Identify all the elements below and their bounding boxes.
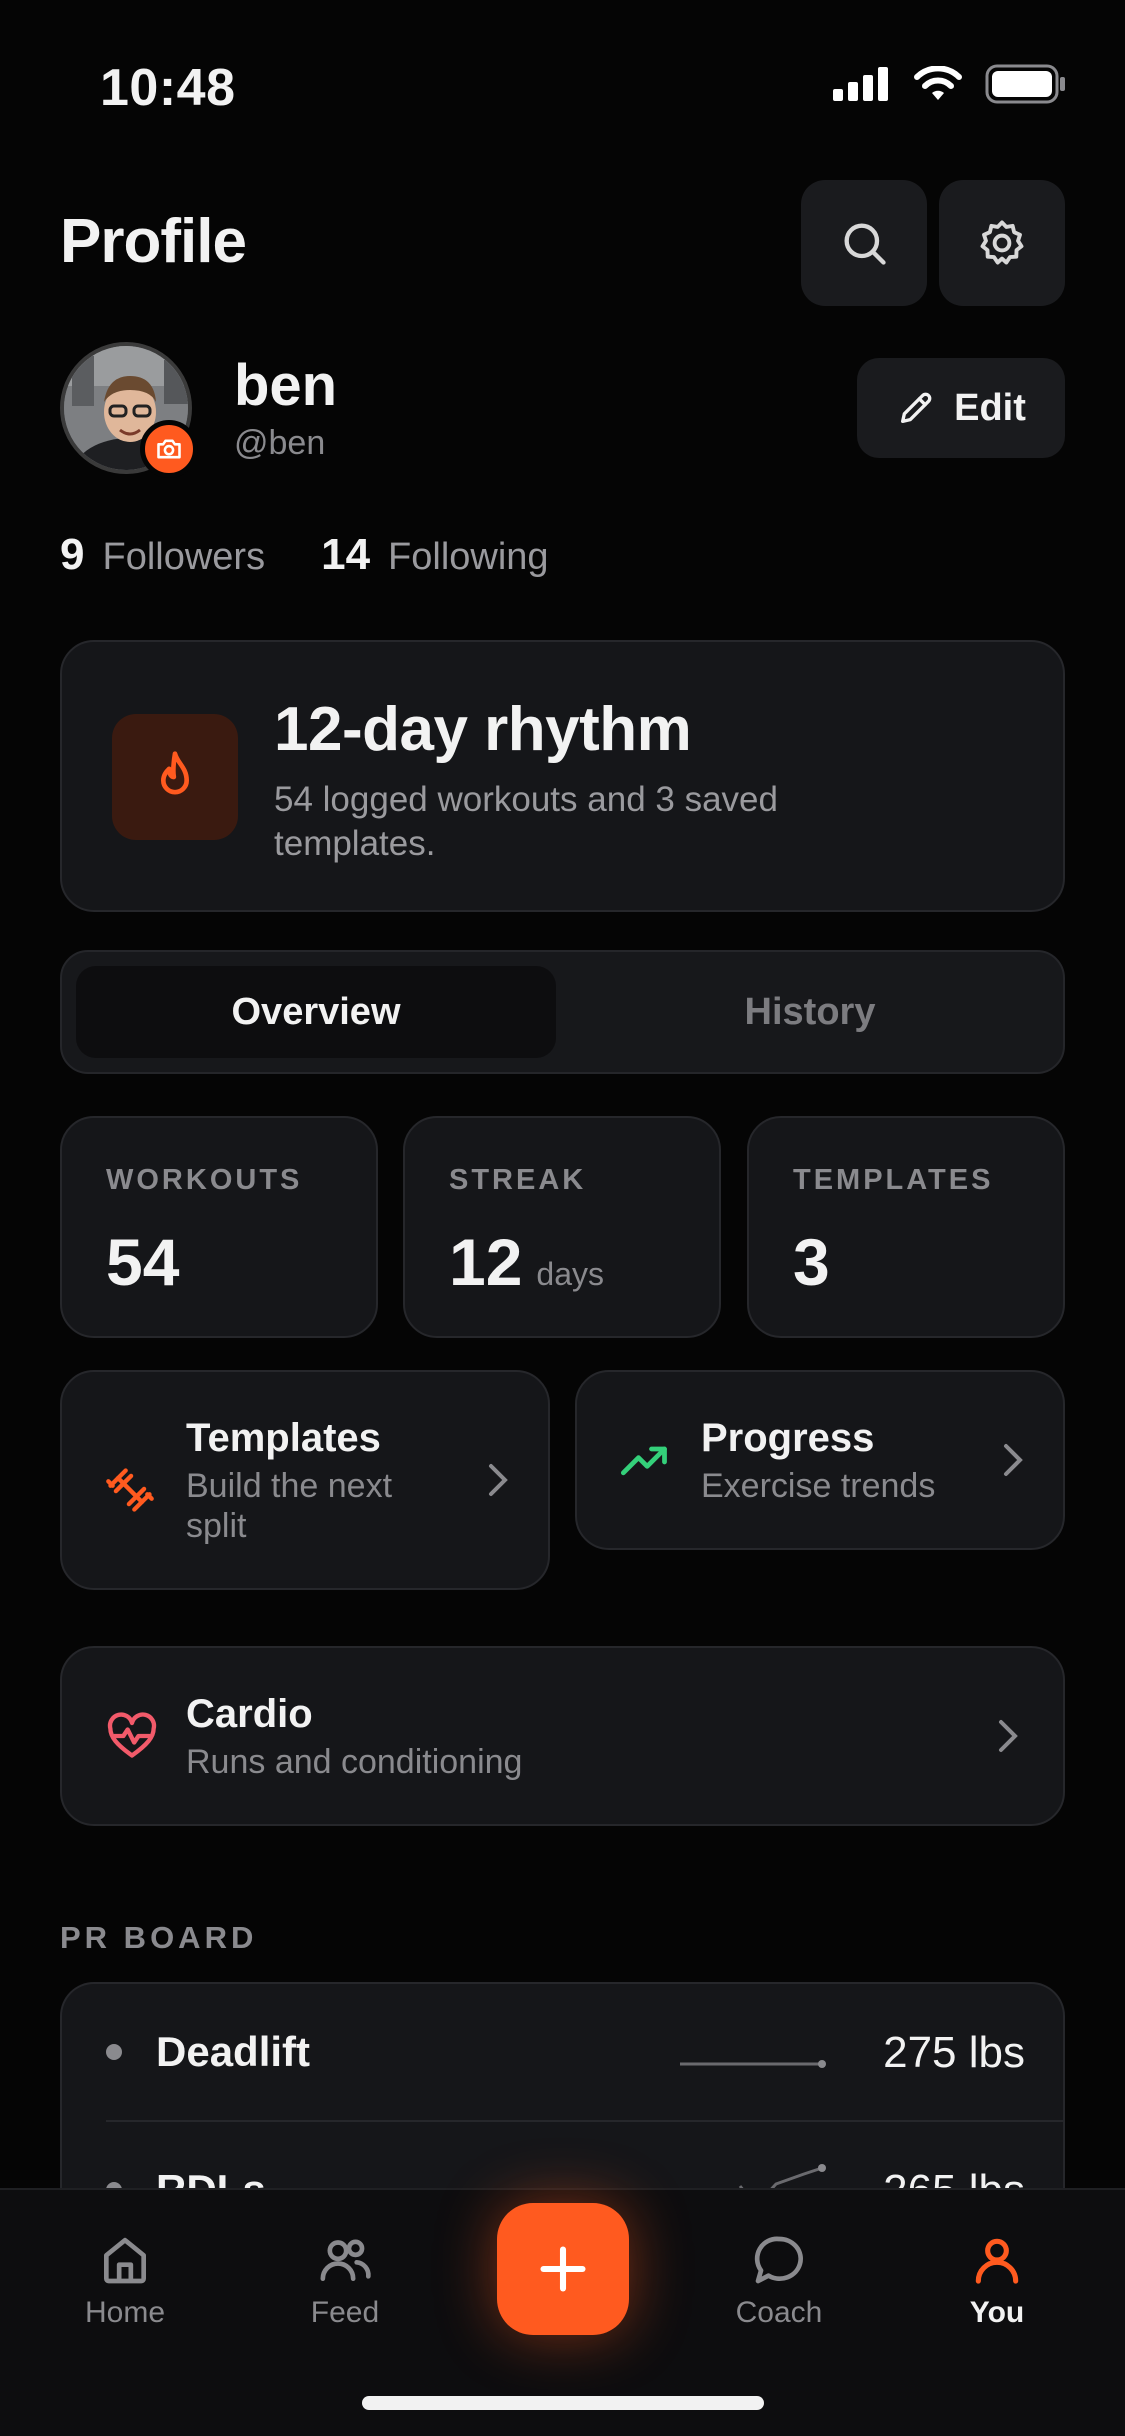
pr-dot — [106, 2044, 122, 2060]
tab-home[interactable]: Home — [40, 2232, 210, 2330]
tab-feed[interactable]: Feed — [260, 2232, 430, 2330]
templates-card[interactable]: Templates Build the next split — [60, 1370, 550, 1590]
stat-label: TEMPLATES — [793, 1164, 994, 1196]
flame-icon — [161, 751, 190, 795]
progress-card[interactable]: Progress Exercise trends — [575, 1370, 1065, 1550]
users-icon — [320, 2239, 371, 2281]
pr-row-deadlift[interactable]: Deadlift 275 lbs — [62, 1984, 1063, 2122]
edit-label: Edit — [954, 386, 1026, 429]
user-name: ben — [234, 353, 338, 418]
pencil-icon — [901, 392, 932, 423]
search-button[interactable] — [801, 180, 927, 306]
templates-title: Templates — [186, 1416, 381, 1460]
chat-bubble-icon — [754, 2236, 803, 2284]
settings-button[interactable] — [939, 180, 1065, 306]
templates-subtitle: Build the next split — [186, 1467, 393, 1545]
page-title: Profile — [60, 207, 247, 276]
home-icon — [104, 2237, 147, 2284]
cardio-card[interactable]: Cardio Runs and conditioning — [60, 1646, 1065, 1826]
trending-up-icon — [620, 1446, 667, 1476]
stat-templates: TEMPLATES 3 — [747, 1116, 1065, 1338]
status-time: 10:48 — [100, 59, 236, 117]
status-icons — [833, 64, 1067, 104]
stat-label: STREAK — [449, 1164, 587, 1196]
heart-pulse-icon — [107, 1712, 157, 1758]
gear-icon — [980, 220, 1024, 265]
stat-unit: days — [536, 1256, 605, 1292]
stat-value: 3 — [793, 1225, 830, 1299]
stat-value: 54 — [106, 1225, 180, 1299]
progress-subtitle: Exercise trends — [701, 1467, 936, 1505]
chevron-right-icon — [999, 1720, 1018, 1752]
following-count[interactable]: 14 — [321, 530, 370, 580]
flame-badge — [112, 714, 238, 840]
tab-label: You — [969, 2296, 1025, 2329]
pr-board-label: PR BOARD — [60, 1920, 258, 1955]
pr-value: 275 lbs — [883, 2028, 1025, 2077]
pr-name: Deadlift — [156, 2028, 311, 2075]
edit-profile-button[interactable]: Edit — [857, 358, 1065, 458]
wifi-icon — [914, 66, 962, 100]
stat-streak: STREAK 12 days — [403, 1116, 721, 1338]
rhythm-title: 12-day rhythm — [274, 695, 692, 764]
tab-overview[interactable]: Overview — [76, 966, 556, 1058]
tab-coach[interactable]: Coach — [694, 2232, 864, 2330]
tab-label: Coach — [735, 2296, 823, 2329]
tab-label: Feed — [310, 2296, 380, 2329]
rhythm-subtitle: 54 logged workouts and 3 saved templates… — [274, 780, 778, 863]
following-label[interactable]: Following — [388, 536, 549, 579]
stat-workouts: WORKOUTS 54 — [60, 1116, 378, 1338]
cardio-title: Cardio — [186, 1692, 313, 1736]
stat-value: 12 days — [449, 1225, 605, 1299]
stat-label: WORKOUTS — [106, 1164, 303, 1196]
add-workout-button[interactable] — [497, 2203, 629, 2335]
followers-count[interactable]: 9 — [60, 530, 84, 580]
cardio-subtitle: Runs and conditioning — [186, 1743, 523, 1781]
plus-icon — [540, 2246, 586, 2292]
tab-label: Home — [84, 2296, 166, 2329]
followers-label[interactable]: Followers — [102, 536, 265, 579]
search-icon — [844, 223, 886, 265]
tab-you[interactable]: You — [912, 2232, 1082, 2330]
user-handle: @ben — [234, 424, 326, 462]
progress-title: Progress — [701, 1416, 875, 1460]
dumbbell-icon — [106, 1468, 154, 1512]
pr-sparkline — [680, 2060, 826, 2068]
home-indicator — [362, 2396, 764, 2410]
cellular-signal-icon — [833, 67, 888, 101]
battery-icon — [985, 64, 1065, 104]
chevron-right-icon — [489, 1464, 508, 1496]
change-photo-button[interactable] — [140, 420, 198, 478]
camera-icon — [157, 439, 181, 459]
follow-stats: 9 Followers 14 Following — [60, 530, 549, 580]
user-icon — [975, 2238, 1019, 2284]
chevron-right-icon — [1004, 1444, 1023, 1476]
tab-history[interactable]: History — [570, 966, 1050, 1058]
